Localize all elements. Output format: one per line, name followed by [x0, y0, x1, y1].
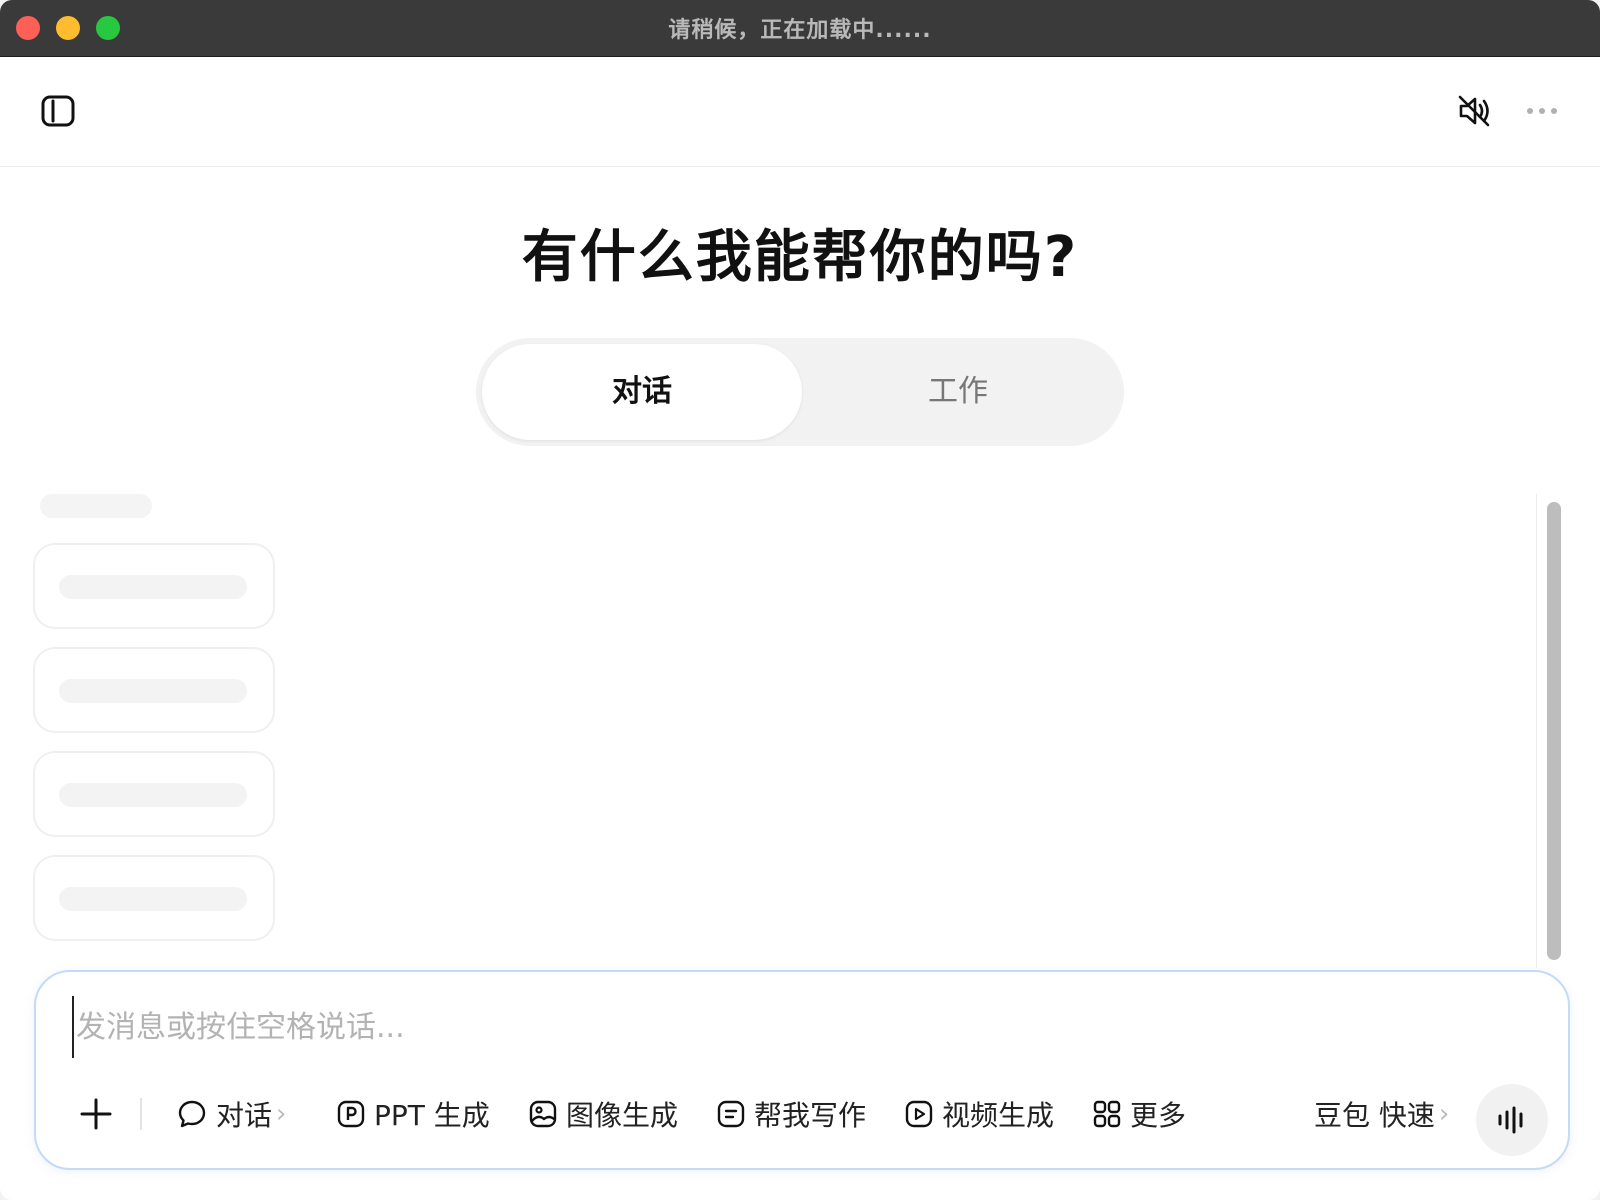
chevron-right-icon: › [276, 1099, 287, 1129]
video-icon [905, 1100, 933, 1128]
model-selector[interactable]: 豆包 快速 › [1314, 1092, 1449, 1136]
video-generate-label: 视频生成 [942, 1099, 1055, 1132]
skeleton-card [33, 751, 275, 837]
skeleton-label [40, 494, 152, 518]
ppt-generate-button[interactable]: PPT 生成 [336, 1092, 490, 1136]
image-icon [529, 1100, 557, 1128]
writing-assist-label: 帮我写作 [754, 1099, 867, 1132]
composer-toolbar: 对话 › PPT 生成 图像生成 帮我写作 视频生成 更多 豆包 快速 › [36, 1084, 1568, 1156]
writing-icon [717, 1100, 745, 1128]
tab-work[interactable]: 工作 [798, 344, 1118, 440]
title-bar: 请稍候，正在加载中...... [0, 0, 1600, 57]
speaker-muted-icon[interactable] [1454, 91, 1494, 131]
skeleton-card [33, 543, 275, 629]
tab-chat[interactable]: 对话 [482, 344, 802, 440]
message-input[interactable] [72, 996, 1478, 1058]
sidebar-toggle-icon[interactable] [40, 93, 76, 129]
model-selector-label: 豆包 快速 [1314, 1099, 1435, 1132]
ppt-icon [337, 1100, 365, 1128]
scrollbar-thumb[interactable] [1547, 502, 1561, 960]
skeleton-card [33, 647, 275, 733]
skeleton-bar [59, 887, 247, 911]
more-dots-icon[interactable] [1522, 91, 1562, 131]
chat-mode-label: 对话 [216, 1099, 273, 1132]
video-generate-button[interactable]: 视频生成 [904, 1092, 1054, 1136]
writing-assist-button[interactable]: 帮我写作 [716, 1092, 866, 1136]
app-window: 请稍候，正在加载中...... 有什么我能帮你的吗? 对话 工作 发消息或按住空… [0, 0, 1600, 1200]
ppt-generate-label: PPT 生成 [374, 1099, 490, 1132]
sound-wave-icon [1498, 1106, 1523, 1134]
toolbar-divider [140, 1098, 142, 1130]
page-title: 有什么我能帮你的吗? [521, 225, 1079, 290]
message-composer: 对话 › PPT 生成 图像生成 [34, 970, 1570, 1170]
skeleton-bar [59, 679, 247, 703]
top-toolbar [0, 57, 1600, 167]
mode-switch: 对话 工作 [476, 338, 1124, 446]
add-attachment-button[interactable] [70, 1088, 122, 1140]
grid-icon [1093, 1100, 1121, 1128]
skeleton-bar [59, 575, 247, 599]
more-tools-label: 更多 [1130, 1099, 1187, 1132]
more-tools-button[interactable]: 更多 [1092, 1092, 1186, 1136]
skeleton-bar [59, 783, 247, 807]
image-generate-button[interactable]: 图像生成 [528, 1092, 678, 1136]
image-generate-label: 图像生成 [566, 1099, 679, 1132]
chat-bubble-icon [178, 1100, 206, 1128]
chevron-right-icon: › [1438, 1099, 1450, 1129]
chat-mode-button[interactable]: 对话 › [176, 1092, 286, 1136]
voice-input-button[interactable] [1476, 1084, 1548, 1156]
window-title: 请稍候，正在加载中...... [668, 18, 932, 43]
skeleton-card [33, 855, 275, 941]
